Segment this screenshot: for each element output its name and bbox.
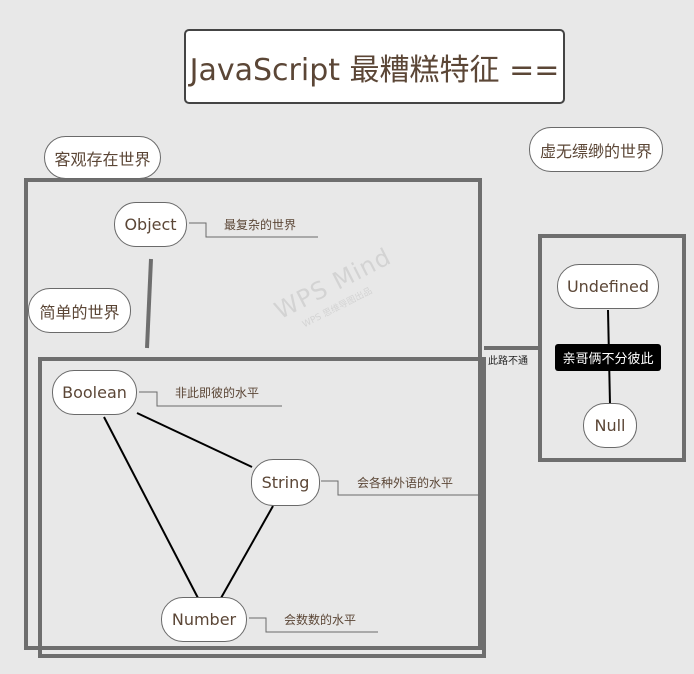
edge-boolean-number bbox=[103, 416, 199, 599]
note-object: 最复杂的世界 bbox=[224, 218, 297, 232]
object-separator bbox=[145, 258, 153, 349]
node-null[interactable]: Null bbox=[583, 403, 637, 448]
node-string[interactable]: String bbox=[251, 459, 320, 506]
edge-string-number bbox=[220, 505, 274, 599]
note-number: 会数数的水平 bbox=[284, 613, 357, 627]
node-object[interactable]: Object bbox=[114, 202, 187, 247]
node-boolean[interactable]: Boolean bbox=[52, 370, 137, 415]
node-simple-world[interactable]: 简单的世界 bbox=[28, 288, 131, 333]
page-title: JavaScript 最糟糕特征 == bbox=[184, 29, 565, 104]
node-undefined[interactable]: Undefined bbox=[557, 264, 659, 309]
edge-boolean-string bbox=[136, 412, 253, 468]
note-boolean: 非此即彼的水平 bbox=[175, 386, 260, 400]
node-number[interactable]: Number bbox=[161, 597, 247, 642]
note-string: 会各种外语的水平 bbox=[357, 476, 454, 490]
node-illusory-world[interactable]: 虚无缥缈的世界 bbox=[529, 127, 663, 172]
label-no-passage: 此路不通 bbox=[488, 356, 528, 367]
node-objective-world[interactable]: 客观存在世界 bbox=[44, 136, 161, 179]
label-inseparable: 亲哥俩不分彼此 bbox=[555, 344, 661, 371]
